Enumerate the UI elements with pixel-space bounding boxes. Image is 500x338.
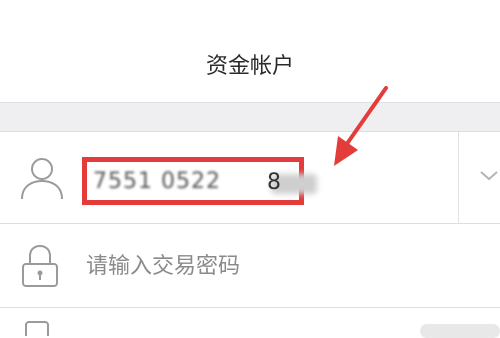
password-input[interactable] <box>86 248 446 284</box>
third-row[interactable] <box>0 307 500 338</box>
page-title: 资金帐户 <box>205 54 294 79</box>
account-field[interactable]: 7551 0522 8 <box>82 157 317 205</box>
account-number-tail: 8 <box>267 170 281 195</box>
user-icon <box>21 158 63 200</box>
vertical-separator <box>458 132 459 223</box>
page-header: 资金帐户 <box>0 18 500 102</box>
annotation-arrow-icon <box>334 86 388 166</box>
partial-toggle[interactable] <box>420 324 500 338</box>
top-strip <box>0 0 500 18</box>
partial-icon <box>25 321 49 336</box>
password-row[interactable] <box>0 223 500 307</box>
account-row[interactable]: 7551 0522 8 <box>0 131 500 223</box>
chevron-down-icon[interactable] <box>478 166 500 186</box>
lock-icon <box>22 244 58 287</box>
account-number-blurred: 7551 0522 <box>93 168 221 194</box>
section-gap <box>0 103 500 131</box>
